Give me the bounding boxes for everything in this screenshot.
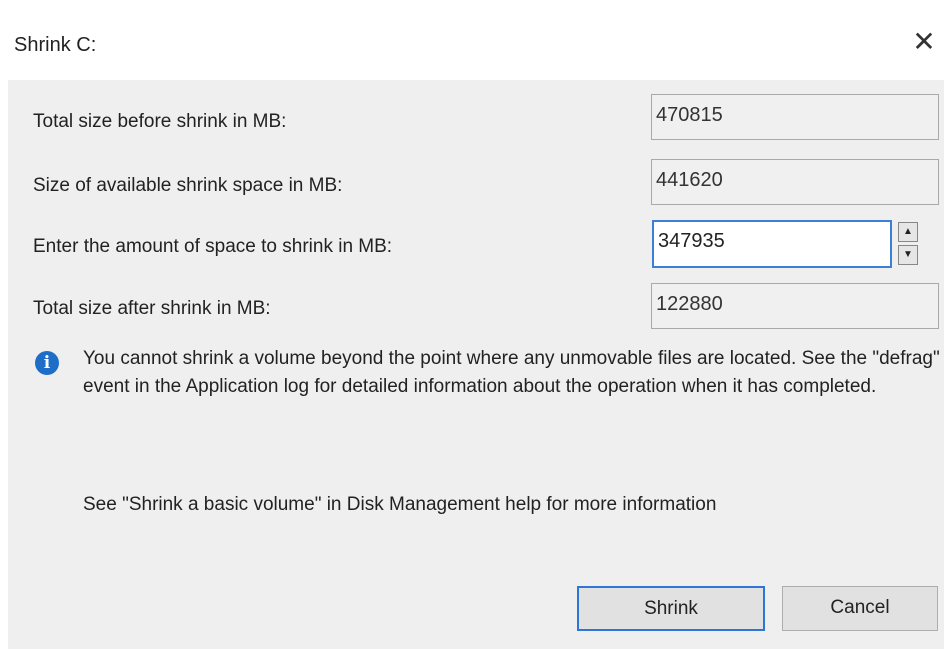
dialog-title: Shrink C: xyxy=(14,34,97,56)
available-space-field: 441620 xyxy=(651,159,939,205)
help-text: See "Shrink a basic volume" in Disk Mana… xyxy=(83,494,717,515)
total-before-label: Total size before shrink in MB: xyxy=(33,111,287,132)
amount-to-shrink-label: Enter the amount of space to shrink in M… xyxy=(33,236,393,257)
spin-down-icon[interactable]: ▼ xyxy=(898,245,918,265)
total-after-field: 122880 xyxy=(651,283,939,329)
spin-up-icon[interactable]: ▲ xyxy=(898,222,918,242)
info-message: You cannot shrink a volume beyond the po… xyxy=(83,348,940,397)
amount-spinner: ▲ ▼ xyxy=(898,222,920,266)
title-bar: Shrink C: ✕ xyxy=(8,6,944,80)
cancel-button[interactable]: Cancel xyxy=(782,586,938,631)
total-before-field: 470815 xyxy=(651,94,939,140)
shrink-button[interactable]: Shrink xyxy=(577,586,765,631)
close-icon[interactable]: ✕ xyxy=(904,22,944,62)
total-after-label: Total size after shrink in MB: xyxy=(33,298,271,319)
shrink-dialog: Shrink C: ✕ Total size before shrink in … xyxy=(8,6,944,649)
available-space-label: Size of available shrink space in MB: xyxy=(33,175,343,196)
info-icon: i xyxy=(35,351,59,375)
amount-to-shrink-input[interactable]: 347935 xyxy=(652,220,892,268)
